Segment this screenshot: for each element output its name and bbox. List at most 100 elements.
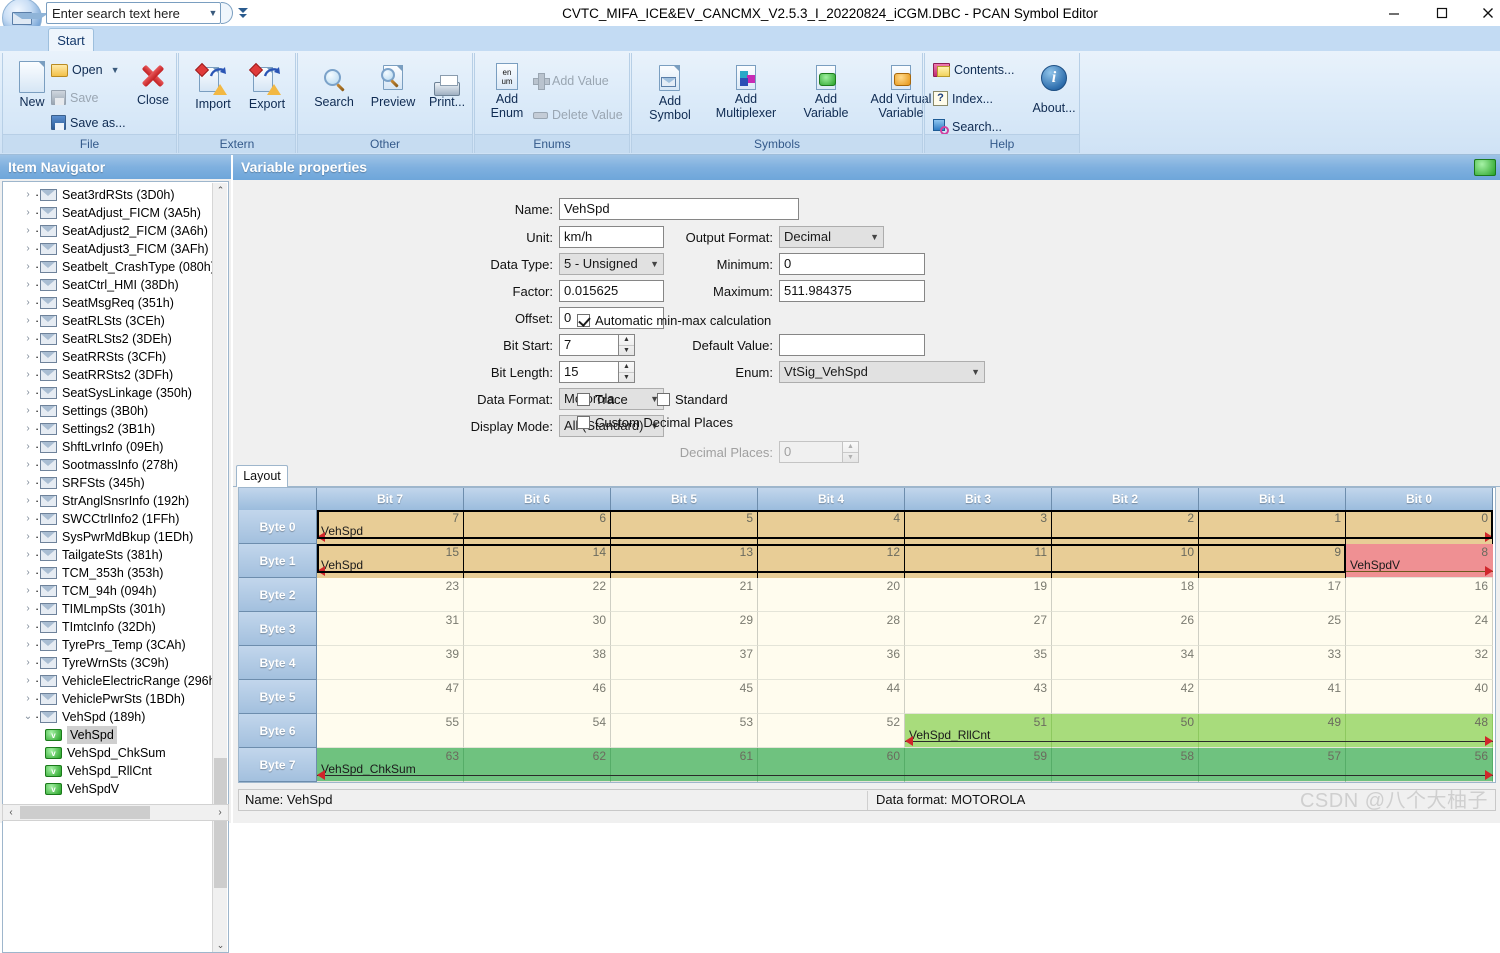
chevron-down-icon[interactable]: ▼	[870, 227, 879, 247]
tree-item-message[interactable]: ›·SeatMsgReq (351h)	[3, 294, 213, 312]
chevron-right-icon[interactable]: ›	[21, 294, 35, 312]
grid-bit-cell[interactable]: 27	[905, 612, 1052, 646]
grid-bit-cell[interactable]: 28	[758, 612, 905, 646]
chevron-right-icon[interactable]: ›	[21, 222, 35, 240]
quick-search-combobox[interactable]: Enter search text here ▼	[46, 2, 221, 24]
tree-item-message[interactable]: ›·SeatRRSts2 (3DFh)	[3, 366, 213, 384]
default-value-input[interactable]	[779, 334, 925, 356]
add-multiplexer-button[interactable]: Add Multiplexer	[704, 65, 788, 120]
grid-bit-cell[interactable]: 54	[464, 714, 611, 748]
tree-item-message[interactable]: ›·SeatAdjust2_FICM (3A6h)	[3, 222, 213, 240]
help-index-button[interactable]: ? Index...	[933, 91, 993, 106]
chevron-right-icon[interactable]: ›	[21, 420, 35, 438]
chevron-right-icon[interactable]: ›	[21, 474, 35, 492]
export-button[interactable]: Export	[241, 65, 293, 111]
tree-item-variable[interactable]: vVehSpdV	[3, 780, 213, 798]
chevron-right-icon[interactable]: ›	[21, 492, 35, 510]
standard-checkbox[interactable]	[657, 393, 670, 406]
grid-bit-cell[interactable]: 57	[1199, 748, 1346, 782]
grid-bit-cell[interactable]: 44	[758, 680, 905, 714]
grid-bit-cell[interactable]: 24	[1346, 612, 1493, 646]
grid-bit-cell[interactable]: 2	[1052, 510, 1199, 544]
standard-checkbox-row[interactable]: Standard	[657, 392, 728, 407]
tree-item-message[interactable]: ›·ShftLvrInfo (09Eh)	[3, 438, 213, 456]
tree-item-message[interactable]: ›·SeatSysLinkage (350h)	[3, 384, 213, 402]
grid-bit-cell[interactable]: 12	[758, 544, 905, 578]
tree-hscroll-thumb[interactable]	[20, 806, 150, 819]
quick-search-input[interactable]: Enter search text here	[52, 6, 206, 21]
tree-horizontal-scrollbar[interactable]: ‹ ›	[2, 804, 229, 821]
chevron-right-icon[interactable]: ›	[21, 654, 35, 672]
chevron-right-icon[interactable]: ›	[21, 636, 35, 654]
auto-minmax-checkbox-row[interactable]: Automatic min-max calculation	[577, 313, 771, 328]
tree-item-message[interactable]: ⌄·VehSpd (189h)	[3, 708, 213, 726]
tree-item-message[interactable]: ›·Settings2 (3B1h)	[3, 420, 213, 438]
tree-item-message[interactable]: ›·TyreWrnSts (3C9h)	[3, 654, 213, 672]
chevron-right-icon[interactable]: ›	[21, 330, 35, 348]
grid-bit-cell[interactable]: 42	[1052, 680, 1199, 714]
grid-bit-cell[interactable]: 6	[464, 510, 611, 544]
grid-bit-cell[interactable]: 40	[1346, 680, 1493, 714]
import-button[interactable]: Import	[187, 65, 239, 111]
grid-bit-cell[interactable]: 18	[1052, 578, 1199, 612]
tree-item-message[interactable]: ›·TImtcInfo (32Dh)	[3, 618, 213, 636]
grid-bit-cell[interactable]: 26	[1052, 612, 1199, 646]
grid-bit-cell[interactable]: 13	[611, 544, 758, 578]
tree-item-message[interactable]: ›·TailgateSts (381h)	[3, 546, 213, 564]
chevron-right-icon[interactable]: ›	[21, 564, 35, 582]
minimum-input[interactable]: 0	[779, 253, 925, 275]
tree-item-message[interactable]: ›·SeatCtrl_HMI (38Dh)	[3, 276, 213, 294]
minimize-button[interactable]	[1374, 0, 1414, 26]
chevron-right-icon[interactable]: ›	[21, 672, 35, 690]
grid-bit-cell[interactable]: 19	[905, 578, 1052, 612]
grid-bit-cell[interactable]: 48	[1346, 714, 1493, 748]
open-dropdown-arrow-icon[interactable]: ▼	[111, 63, 120, 77]
chevron-right-icon[interactable]: ›	[21, 528, 35, 546]
tree-item-message[interactable]: ›·SWCCtrlInfo2 (1FFh)	[3, 510, 213, 528]
grid-bit-cell[interactable]: 59	[905, 748, 1052, 782]
tree-item-message[interactable]: ›·SeatAdjust_FICM (3A5h)	[3, 204, 213, 222]
save-as-button[interactable]: Save as...	[51, 115, 126, 130]
help-contents-button[interactable]: Contents...	[933, 63, 1014, 77]
chevron-right-icon[interactable]: ›	[21, 600, 35, 618]
tab-start[interactable]: Start	[48, 28, 94, 52]
auto-minmax-checkbox[interactable]	[577, 314, 590, 327]
chevron-right-icon[interactable]: ›	[21, 312, 35, 330]
tree-item-message[interactable]: ›·SeatRRSts (3CFh)	[3, 348, 213, 366]
chevron-right-icon[interactable]: ›	[21, 546, 35, 564]
scroll-down-icon[interactable]: ⌄	[213, 938, 228, 953]
custom-decimal-checkbox[interactable]	[577, 416, 590, 429]
preview-button[interactable]: Preview	[364, 63, 422, 109]
tree-item-message[interactable]: ›·SysPwrMdBkup (1EDh)	[3, 528, 213, 546]
about-button[interactable]: i About...	[1027, 65, 1081, 115]
chevron-right-icon[interactable]: ›	[21, 384, 35, 402]
chevron-right-icon[interactable]: ›	[21, 438, 35, 456]
grid-bit-cell[interactable]: 15VehSpd	[317, 544, 464, 578]
grid-bit-cell[interactable]: 53	[611, 714, 758, 748]
tree-item-variable[interactable]: vVehSpd_ChkSum	[3, 744, 213, 762]
tree-vscroll-thumb[interactable]	[214, 758, 227, 888]
grid-bit-cell[interactable]: 43	[905, 680, 1052, 714]
grid-bit-cell[interactable]: 32	[1346, 646, 1493, 680]
chevron-right-icon[interactable]: ›	[21, 618, 35, 636]
enum-select[interactable]: VtSig_VehSpd ▼	[779, 361, 985, 383]
grid-bit-cell[interactable]: 50	[1052, 714, 1199, 748]
grid-bit-cell[interactable]: 61	[611, 748, 758, 782]
tree-item-message[interactable]: ›·VehiclePwrSts (1BDh)	[3, 690, 213, 708]
grid-bit-cell[interactable]: 31	[317, 612, 464, 646]
tree-item-message[interactable]: ›·TCM_94h (094h)	[3, 582, 213, 600]
grid-bit-cell[interactable]: 51VehSpd_RllCnt	[905, 714, 1052, 748]
grid-bit-cell[interactable]: 25	[1199, 612, 1346, 646]
tree-item-message[interactable]: ›·SootmassInfo (278h)	[3, 456, 213, 474]
grid-bit-cell[interactable]: 58	[1052, 748, 1199, 782]
more-commands-icon[interactable]	[234, 3, 252, 23]
maximize-button[interactable]	[1422, 0, 1462, 26]
grid-bit-cell[interactable]: 52	[758, 714, 905, 748]
grid-bit-cell[interactable]: 38	[464, 646, 611, 680]
chevron-right-icon[interactable]: ›	[21, 348, 35, 366]
grid-bit-cell[interactable]: 33	[1199, 646, 1346, 680]
grid-bit-cell[interactable]: 14	[464, 544, 611, 578]
tree-item-variable[interactable]: vVehSpd	[3, 726, 213, 744]
grid-bit-cell[interactable]: 30	[464, 612, 611, 646]
help-search-button[interactable]: Search...	[933, 119, 1002, 134]
